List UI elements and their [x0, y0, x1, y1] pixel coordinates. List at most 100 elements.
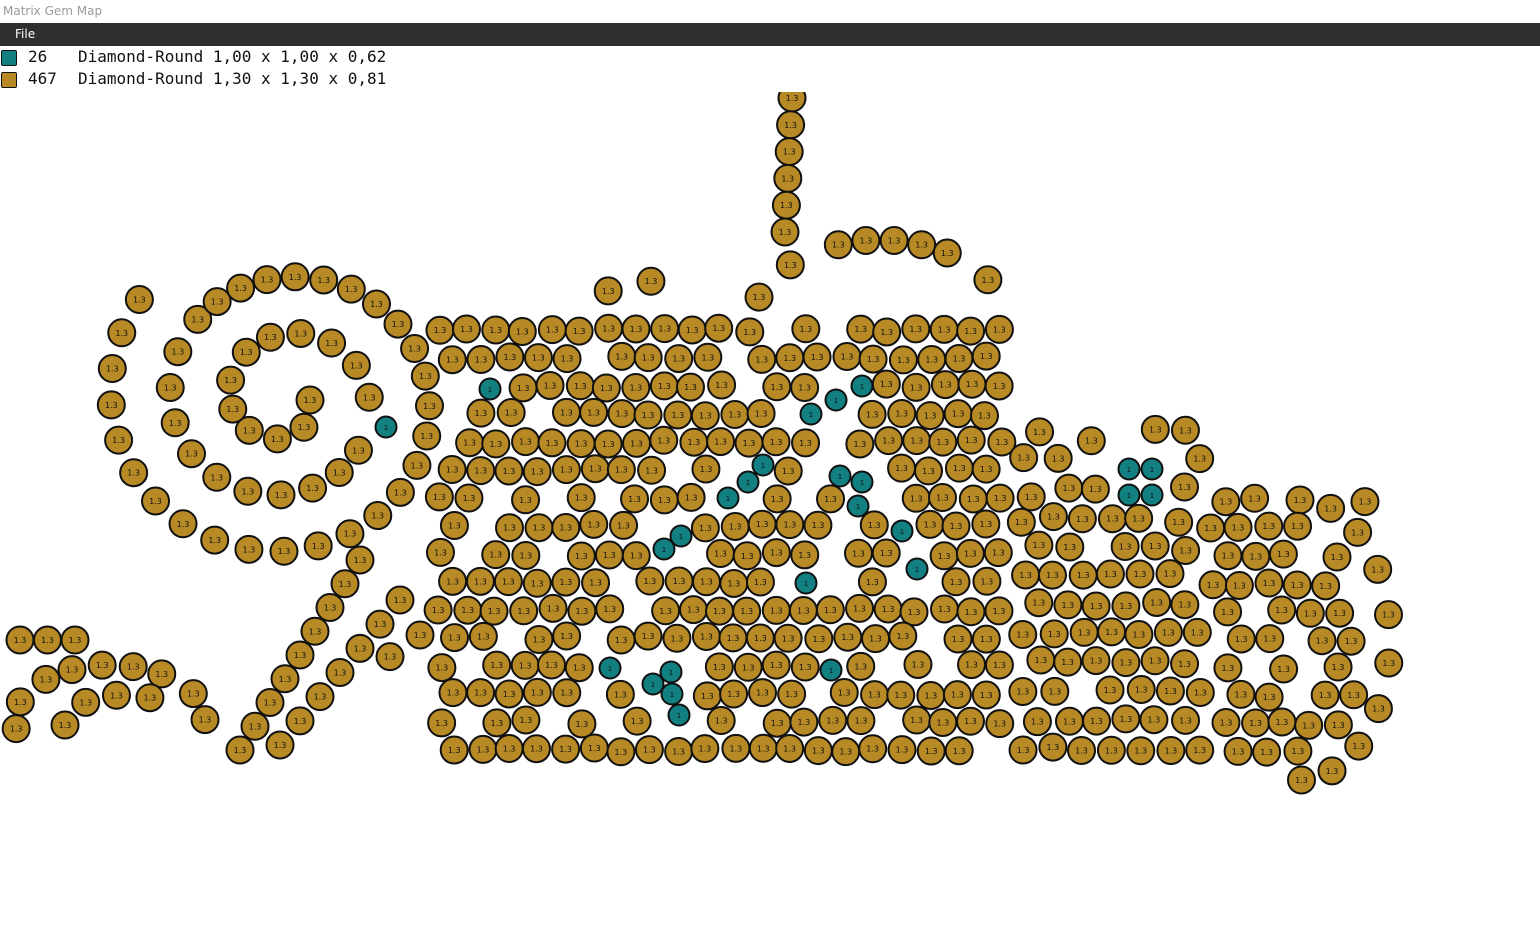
gem-large[interactable]: 1.3 [1096, 735, 1126, 765]
gem-large[interactable]: 1.3 [650, 314, 680, 344]
gem-large[interactable]: 1.3 [774, 137, 804, 167]
gem-large[interactable]: 1.3 [1254, 568, 1284, 598]
gem-large[interactable]: 1.3 [412, 421, 442, 451]
gem-large[interactable]: 1.3 [707, 370, 737, 400]
gem-large[interactable]: 1.3 [335, 519, 365, 549]
gem-large[interactable]: 1.3 [579, 397, 609, 427]
gem-large[interactable]: 1.3 [1024, 588, 1054, 618]
gem-large[interactable]: 1.3 [466, 398, 496, 428]
gem-large[interactable]: 1.3 [202, 462, 232, 492]
gem-large[interactable]: 1.3 [538, 593, 568, 623]
gem-large[interactable]: 1.3 [958, 484, 988, 514]
gem-large[interactable]: 1.3 [410, 361, 440, 391]
gem-large[interactable]: 1.3 [620, 484, 650, 514]
gem-large[interactable]: 1.3 [955, 706, 985, 736]
gem-large[interactable]: 1.3 [1142, 587, 1172, 617]
gem-large[interactable]: 1.3 [1095, 559, 1125, 589]
gem-large[interactable]: 1.3 [901, 314, 931, 344]
gem-large[interactable]: 1.3 [225, 735, 255, 765]
gem-large[interactable]: 1.3 [1344, 731, 1374, 761]
gem-large[interactable]: 1.3 [425, 537, 455, 567]
gem-large[interactable]: 1.3 [1140, 414, 1170, 444]
gem-large[interactable]: 1.3 [439, 735, 469, 765]
gem-large[interactable]: 1.3 [761, 538, 791, 568]
gem-large[interactable]: 1.3 [303, 531, 333, 561]
gem-small[interactable]: 1 [374, 415, 398, 439]
gem-large[interactable]: 1.3 [1322, 542, 1352, 572]
gem-large[interactable]: 1.3 [1295, 598, 1325, 628]
gem-large[interactable]: 1.3 [1140, 531, 1170, 561]
gem-large[interactable]: 1.3 [341, 350, 371, 380]
gem-large[interactable]: 1.3 [1171, 536, 1201, 566]
gem-large[interactable]: 1.3 [289, 412, 319, 442]
gem-large[interactable]: 1.3 [1343, 517, 1373, 547]
gem-large[interactable]: 1.3 [969, 401, 999, 431]
gem-large[interactable]: 1.3 [1095, 675, 1125, 705]
gem-large[interactable]: 1.3 [510, 650, 540, 680]
gem-large[interactable]: 1.3 [1124, 619, 1154, 649]
gem-large[interactable]: 1.3 [1185, 444, 1215, 474]
gem-large[interactable]: 1.3 [496, 398, 526, 428]
gem-large[interactable]: 1.3 [747, 509, 777, 539]
gem-large[interactable]: 1.3 [1054, 473, 1084, 503]
gem-large[interactable]: 1.3 [451, 314, 481, 344]
gem-large[interactable]: 1.3 [1054, 706, 1084, 736]
gem-large[interactable]: 1.3 [455, 428, 485, 458]
gem-large[interactable]: 1.3 [438, 566, 468, 596]
gem-large[interactable]: 1.3 [984, 371, 1014, 401]
gem-large[interactable]: 1.3 [177, 439, 207, 469]
gem-large[interactable]: 1.3 [511, 427, 541, 457]
gem-large[interactable]: 1.3 [871, 538, 901, 568]
gem-large[interactable]: 1.3 [943, 624, 973, 654]
gem-large[interactable]: 1.3 [466, 345, 496, 375]
gem-large[interactable]: 1.3 [720, 400, 750, 430]
gem-large[interactable]: 1.3 [1170, 649, 1200, 679]
gem-large[interactable]: 1.3 [218, 394, 248, 424]
gem-large[interactable]: 1.3 [231, 337, 261, 367]
gem-large[interactable]: 1.3 [1040, 676, 1070, 706]
gem-large[interactable]: 1.3 [202, 287, 232, 317]
gem-large[interactable]: 1.3 [1, 714, 31, 744]
gem-small[interactable]: 1 [660, 682, 684, 706]
gem-large[interactable]: 1.3 [551, 734, 581, 764]
gem-large[interactable]: 1.3 [791, 428, 821, 458]
gem-large[interactable]: 1.3 [1226, 679, 1256, 709]
gem-large[interactable]: 1.3 [704, 313, 734, 343]
gem-large[interactable]: 1.3 [956, 425, 986, 455]
gem-large[interactable]: 1.3 [31, 664, 61, 694]
gem-large[interactable]: 1.3 [385, 585, 415, 615]
gem-large[interactable]: 1.3 [1255, 624, 1285, 654]
gem-large[interactable]: 1.3 [733, 652, 763, 682]
gem-large[interactable]: 1.3 [944, 453, 974, 483]
gem-small[interactable]: 1 [736, 470, 760, 494]
gem-large[interactable]: 1.3 [400, 333, 430, 363]
gem-large[interactable]: 1.3 [1026, 645, 1056, 675]
gem-large[interactable]: 1.3 [1307, 626, 1337, 656]
gem-large[interactable]: 1.3 [606, 625, 636, 655]
gem-large[interactable]: 1.3 [887, 453, 917, 483]
gem-large[interactable]: 1.3 [1170, 590, 1200, 620]
gem-large[interactable]: 1.3 [691, 621, 721, 651]
gem-large[interactable]: 1.3 [732, 596, 762, 626]
gem-large[interactable]: 1.3 [1241, 708, 1271, 738]
gem-large[interactable]: 1.3 [1011, 560, 1041, 590]
gem-large[interactable]: 1.3 [1067, 735, 1097, 765]
gem-large[interactable]: 1.3 [1339, 680, 1369, 710]
gem-large[interactable]: 1.3 [453, 595, 483, 625]
gem-large[interactable]: 1.3 [1323, 710, 1353, 740]
gem-large[interactable]: 1.3 [901, 372, 931, 402]
gem-large[interactable]: 1.3 [160, 408, 190, 438]
gem-large[interactable]: 1.3 [886, 680, 916, 710]
gem-large[interactable]: 1.3 [1268, 539, 1298, 569]
gem-large[interactable]: 1.3 [649, 425, 679, 455]
gem-large[interactable]: 1.3 [1155, 676, 1185, 706]
gem-large[interactable]: 1.3 [481, 315, 511, 345]
gem-large[interactable]: 1.3 [845, 429, 875, 459]
gem-large[interactable]: 1.3 [1224, 571, 1254, 601]
gem-large[interactable]: 1.3 [1213, 597, 1243, 627]
gem-large[interactable]: 1.3 [744, 282, 774, 312]
gem-large[interactable]: 1.3 [107, 318, 137, 348]
gem-large[interactable]: 1.3 [761, 595, 791, 625]
gem-large[interactable]: 1.3 [363, 501, 393, 531]
gem-large[interactable]: 1.3 [775, 510, 805, 540]
